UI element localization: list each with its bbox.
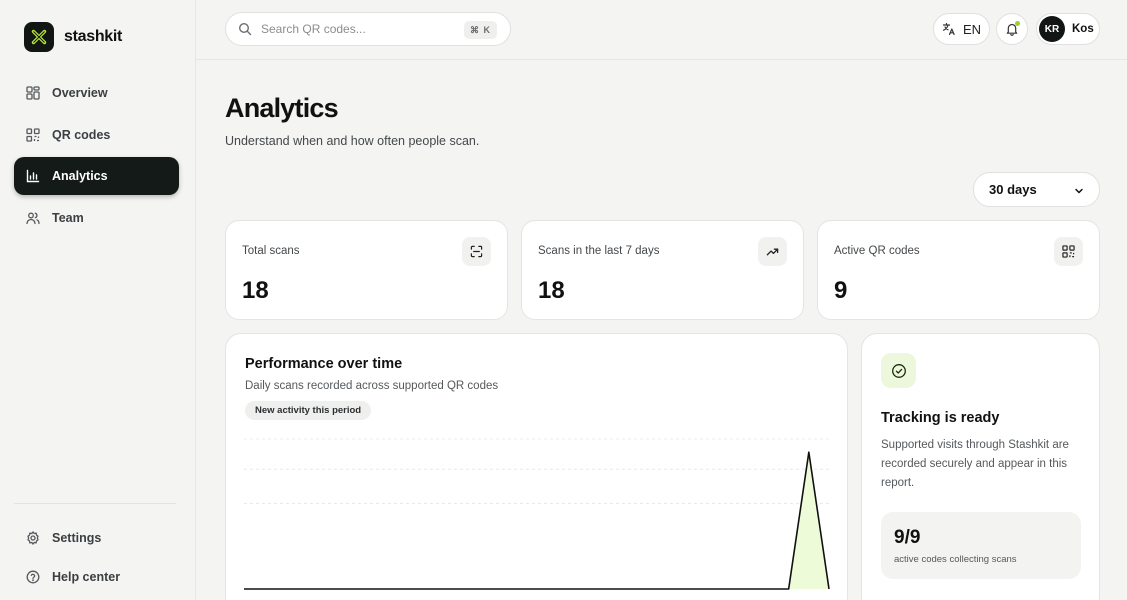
user-menu[interactable]: KR Kos xyxy=(1036,13,1100,45)
avatar: KR xyxy=(1039,16,1065,42)
sidebar-item-team[interactable]: Team xyxy=(14,199,179,237)
translate-icon xyxy=(942,22,955,36)
check-circle-icon xyxy=(881,353,916,388)
search-shortcut-badge: ⌘ K xyxy=(464,21,497,39)
bar-chart-icon xyxy=(26,169,40,183)
sidebar-item-analytics[interactable]: Analytics xyxy=(14,157,179,195)
grid-icon xyxy=(26,86,40,100)
sidebar-item-label: Settings xyxy=(52,531,102,545)
activity-badge: New activity this period xyxy=(245,401,372,420)
tracking-title: Tracking is ready xyxy=(881,410,1000,426)
stat-card-last-7-days: Scans in the last 7 days 18 xyxy=(521,220,804,320)
stat-card-total-scans: Total scans 18 xyxy=(225,220,508,320)
stat-value: 18 xyxy=(242,277,269,304)
chart-series-line xyxy=(244,451,830,590)
performance-subtitle: Daily scans recorded across supported QR… xyxy=(245,380,499,392)
main-nav: Overview QR codes Analytics Team xyxy=(14,74,179,240)
performance-card: Performance over time Daily scans record… xyxy=(225,333,848,600)
tracking-card: Tracking is ready Supported visits throu… xyxy=(861,333,1100,600)
chevron-down-icon xyxy=(1075,188,1083,194)
language-label: EN xyxy=(962,21,982,37)
search-icon xyxy=(238,22,252,36)
page-subtitle: Understand when and how often people sca… xyxy=(225,134,480,148)
brand-name: stashkit xyxy=(64,28,123,45)
sidebar-item-label: QR codes xyxy=(52,127,111,142)
stat-card-active-qr-codes: Active QR codes 9 xyxy=(817,220,1100,320)
stat-value: 18 xyxy=(538,277,565,304)
users-icon xyxy=(26,212,40,224)
sidebar-item-label: Analytics xyxy=(52,169,108,183)
stat-label: Scans in the last 7 days xyxy=(538,245,660,257)
stat-label: Active QR codes xyxy=(834,245,920,257)
chart-area xyxy=(244,452,829,589)
performance-title: Performance over time xyxy=(245,356,403,372)
gear-icon xyxy=(27,531,39,545)
qr-code-icon xyxy=(26,127,40,142)
trending-up-icon xyxy=(758,237,787,266)
notifications-button[interactable] xyxy=(996,13,1028,45)
performance-chart xyxy=(244,438,830,590)
notification-dot xyxy=(1015,21,1020,26)
sidebar-item-help-center[interactable]: Help center xyxy=(14,558,179,596)
stat-label: Total scans xyxy=(242,245,300,257)
date-range-label: 30 days xyxy=(989,182,1037,197)
tracking-description: Supported visits through Stashkit are re… xyxy=(881,439,1069,489)
sidebar-divider xyxy=(14,503,176,504)
language-switcher[interactable]: EN xyxy=(933,13,990,45)
sidebar-item-label: Help center xyxy=(52,569,121,584)
top-bar: ⌘ K EN KR Kos xyxy=(196,0,1127,60)
tracking-count: 9/9 xyxy=(894,527,921,548)
sidebar-item-qr-codes[interactable]: QR codes xyxy=(14,116,179,154)
brand[interactable]: stashkit xyxy=(24,22,122,52)
tracking-summary: 9/9 active codes collecting scans xyxy=(881,512,1081,579)
tracking-caption: active codes collecting scans xyxy=(894,554,1017,565)
logo-icon xyxy=(24,22,54,52)
date-range-select[interactable]: 30 days xyxy=(973,172,1100,207)
scan-icon xyxy=(462,237,491,266)
search-box[interactable]: ⌘ K xyxy=(225,12,511,46)
qr-code-icon xyxy=(1054,237,1083,266)
sidebar: stashkit Overview QR codes Analytics Tea… xyxy=(0,0,196,600)
help-circle-icon xyxy=(26,570,40,583)
sidebar-item-settings[interactable]: Settings xyxy=(14,519,179,557)
stat-value: 9 xyxy=(834,277,848,304)
sidebar-item-label: Team xyxy=(52,210,84,225)
page-title: Analytics xyxy=(225,93,339,123)
secondary-nav: Settings Help center xyxy=(14,519,179,596)
sidebar-item-overview[interactable]: Overview xyxy=(14,74,179,112)
user-name: Kos xyxy=(1072,23,1094,35)
search-input[interactable] xyxy=(261,22,461,36)
sidebar-item-label: Overview xyxy=(52,86,108,100)
